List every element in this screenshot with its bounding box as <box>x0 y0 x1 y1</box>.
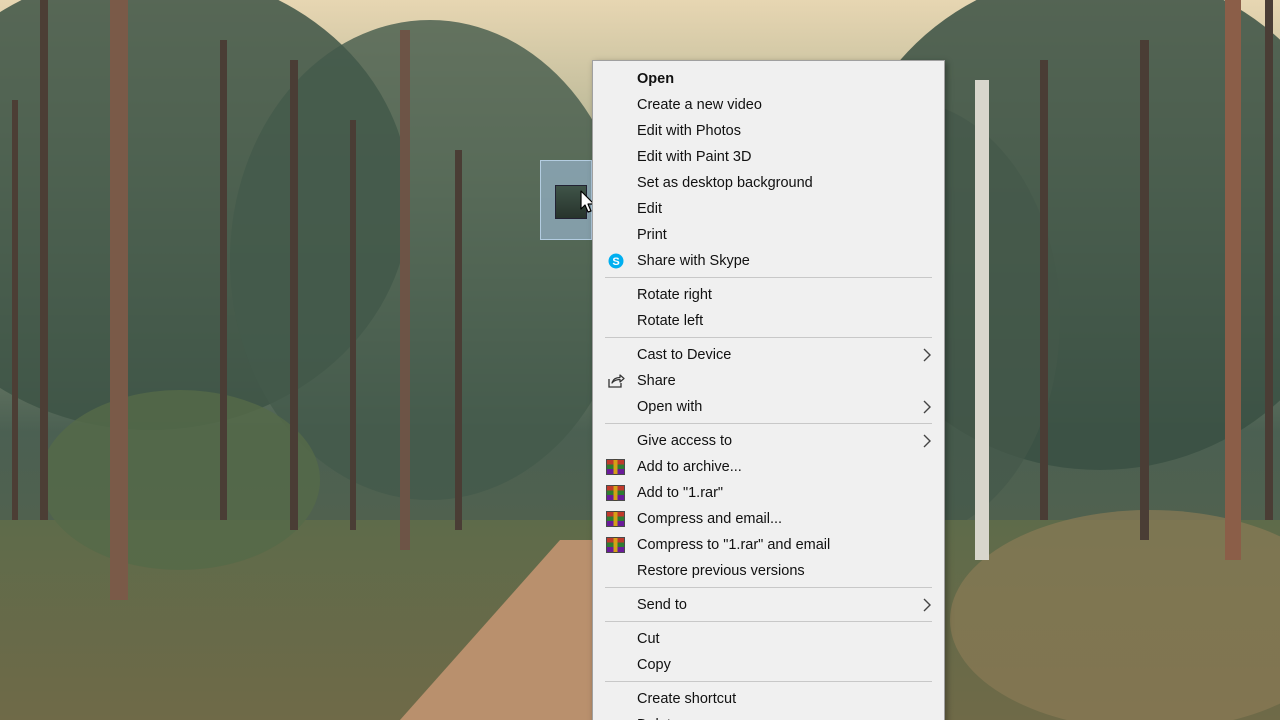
menu-item-label: Give access to <box>637 433 733 449</box>
menu-item-print[interactable]: Print <box>593 222 944 248</box>
menu-item-copy[interactable]: Copy <box>593 652 944 678</box>
menu-item-label: Compress to "1.rar" and email <box>637 537 831 553</box>
menu-item-label: Print <box>637 227 667 243</box>
menu-item-set-as-desktop-background[interactable]: Set as desktop background <box>593 170 944 196</box>
svg-text:S: S <box>612 256 619 268</box>
menu-item-share[interactable]: Share <box>593 368 944 394</box>
menu-item-open-with[interactable]: Open with <box>593 394 944 420</box>
chevron-right-icon <box>923 348 931 362</box>
menu-separator <box>605 621 932 622</box>
menu-separator <box>605 681 932 682</box>
menu-item-share-with-skype[interactable]: S Share with Skype <box>593 248 944 274</box>
menu-item-label: Edit <box>637 201 662 217</box>
menu-item-compress-to-1-rar-and-email[interactable]: Compress to "1.rar" and email <box>593 532 944 558</box>
menu-separator <box>605 277 932 278</box>
chevron-right-icon <box>923 434 931 448</box>
menu-item-create-a-new-video[interactable]: Create a new video <box>593 92 944 118</box>
menu-item-restore-previous-versions[interactable]: Restore previous versions <box>593 558 944 584</box>
menu-item-label: Copy <box>637 657 671 673</box>
context-menu: Open Create a new video Edit with Photos Ed… <box>592 60 945 720</box>
menu-item-open[interactable]: Open <box>593 66 944 92</box>
chevron-right-icon <box>923 598 931 612</box>
menu-item-edit[interactable]: Edit <box>593 196 944 222</box>
menu-item-create-shortcut[interactable]: Create shortcut <box>593 686 944 712</box>
menu-separator <box>605 337 932 338</box>
menu-item-label: Send to <box>637 597 687 613</box>
menu-item-label: Restore previous versions <box>637 563 805 579</box>
menu-item-compress-and-email[interactable]: Compress and email... <box>593 506 944 532</box>
menu-item-label: Open with <box>637 399 703 415</box>
winrar-icon <box>606 485 625 501</box>
menu-item-delete[interactable]: Delete <box>593 712 944 720</box>
menu-item-edit-with-photos[interactable]: Edit with Photos <box>593 118 944 144</box>
menu-item-send-to[interactable]: Send to <box>593 592 944 618</box>
menu-item-label: Add to "1.rar" <box>637 485 724 501</box>
menu-item-label: Cast to Device <box>637 347 732 363</box>
menu-separator <box>605 423 932 424</box>
menu-item-label: Create a new video <box>637 97 762 113</box>
menu-item-label: Share with Skype <box>637 253 750 269</box>
menu-item-label: Create shortcut <box>637 691 737 707</box>
menu-item-label: Rotate right <box>637 287 712 303</box>
menu-item-label: Edit with Photos <box>637 123 741 139</box>
menu-item-rotate-right[interactable]: Rotate right <box>593 282 944 308</box>
menu-item-label: Share <box>637 373 676 389</box>
menu-item-label: Set as desktop background <box>637 175 813 191</box>
winrar-icon <box>606 511 625 527</box>
menu-item-cut[interactable]: Cut <box>593 626 944 652</box>
menu-item-label: Edit with Paint 3D <box>637 149 752 165</box>
skype-icon: S <box>608 253 624 269</box>
menu-item-label: Cut <box>637 631 660 647</box>
menu-separator <box>605 587 932 588</box>
winrar-icon <box>606 459 625 475</box>
menu-item-edit-with-paint-3d[interactable]: Edit with Paint 3D <box>593 144 944 170</box>
chevron-right-icon <box>923 400 931 414</box>
menu-item-label: Open <box>637 71 675 87</box>
winrar-icon <box>606 537 625 553</box>
desktop[interactable]: Open Create a new video Edit with Photos Ed… <box>0 0 1280 720</box>
menu-item-label: Rotate left <box>637 313 704 329</box>
menu-item-add-to-archive[interactable]: Add to archive... <box>593 454 944 480</box>
menu-item-label: Compress and email... <box>637 511 783 527</box>
menu-item-label: Add to archive... <box>637 459 742 475</box>
menu-item-rotate-left[interactable]: Rotate left <box>593 308 944 334</box>
share-icon <box>608 374 625 388</box>
menu-item-add-to-1-rar[interactable]: Add to "1.rar" <box>593 480 944 506</box>
menu-item-cast-to-device[interactable]: Cast to Device <box>593 342 944 368</box>
menu-item-give-access-to[interactable]: Give access to <box>593 428 944 454</box>
